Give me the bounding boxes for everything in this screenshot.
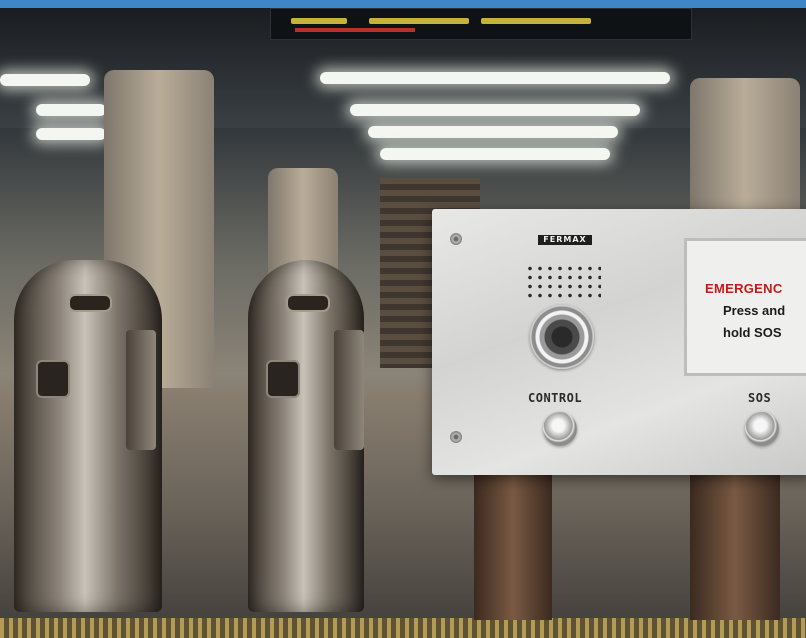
- tactile-strip: [0, 618, 806, 638]
- speaker-grille: [525, 264, 601, 300]
- sos-label: SOS: [748, 391, 772, 405]
- ceiling-light: [0, 74, 90, 86]
- instruction-line-1: Press and: [723, 303, 786, 318]
- departure-sign: [270, 8, 692, 40]
- intercom-stand: [690, 470, 780, 620]
- brand-logo: FERMAX: [538, 235, 592, 245]
- instruction-display: EMERGENC Press and hold SOS: [684, 238, 806, 376]
- sos-button[interactable]: [745, 412, 779, 446]
- ceiling-light: [350, 104, 640, 116]
- fare-gate: [248, 260, 364, 612]
- ceiling-light: [320, 72, 670, 84]
- ceiling-light: [380, 148, 610, 160]
- emergency-heading: EMERGENC: [705, 281, 783, 296]
- station-pillar: [690, 78, 800, 218]
- screw-icon: [450, 431, 462, 443]
- camera-lens: [530, 305, 594, 369]
- control-label: CONTROL: [528, 391, 583, 405]
- ceiling-light: [36, 104, 106, 116]
- intercom-stand: [474, 470, 552, 620]
- top-accent-bar: [0, 0, 806, 8]
- emergency-intercom-panel: FERMAX EMERGENC Press and hold SOS CONTR…: [432, 209, 806, 475]
- ceiling-light: [368, 126, 618, 138]
- control-button[interactable]: [543, 412, 577, 446]
- screw-icon: [450, 233, 462, 245]
- ceiling-light: [36, 128, 106, 140]
- fare-gate: [14, 260, 162, 612]
- instruction-line-2: hold SOS: [723, 325, 782, 340]
